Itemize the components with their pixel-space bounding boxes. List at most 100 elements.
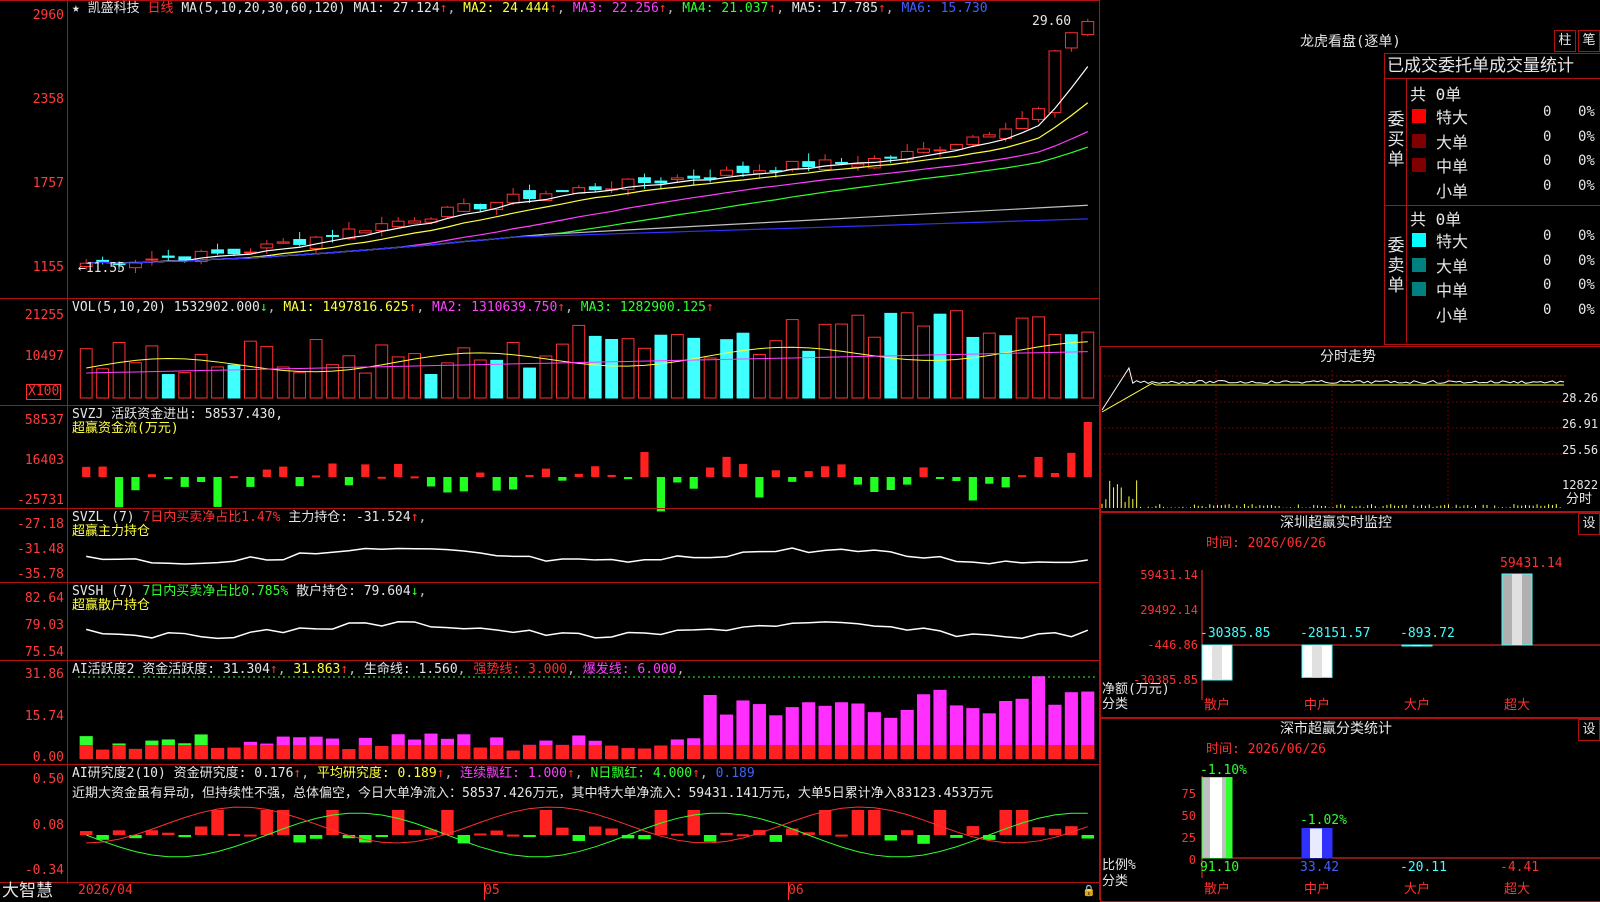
ai2-title[interactable]: AI研究度2(10) 资金研究度: 0.176 <box>72 766 293 781</box>
candle <box>654 180 668 184</box>
candle <box>835 161 848 164</box>
research-bar <box>490 830 503 835</box>
order-size-name: 大单 <box>1436 132 1469 152</box>
candle <box>145 258 159 261</box>
order-count: 0 <box>1543 128 1552 145</box>
activity-base-bar <box>539 745 553 759</box>
research-bar <box>654 810 668 835</box>
candle <box>1064 32 1078 49</box>
ai2-header: AI研究度2(10) 资金研究度: 0.176↑, 平均研究度: 0.189↑,… <box>72 766 755 781</box>
activity-base-bar <box>621 748 635 759</box>
ai1-tick-1: 15.74 <box>24 709 64 724</box>
fund-flow-bar <box>985 477 994 484</box>
fund-flow-bar <box>903 477 912 485</box>
fund-flow-bar <box>525 475 534 478</box>
ma-line <box>86 102 1089 264</box>
vol-unit-badge[interactable]: X100 <box>26 384 62 400</box>
fund-flow-bar <box>328 463 337 477</box>
ss-top-1: -1.02% <box>1300 813 1347 828</box>
ai1-v2: 31.863 <box>293 662 341 677</box>
lock-icon[interactable]: 🔒 <box>1082 883 1096 899</box>
sz-cat-label: 分类 <box>1102 697 1129 712</box>
volume-bar <box>720 339 733 399</box>
activity-base-bar <box>637 748 652 759</box>
sz-settings-button[interactable]: 设 <box>1578 513 1600 535</box>
candle <box>457 203 471 212</box>
tab-orders[interactable]: 委托单 <box>1438 56 1489 76</box>
order-size-swatch <box>1412 109 1426 123</box>
volume-bar <box>588 335 602 399</box>
fund-flow-bar <box>262 469 271 477</box>
fund-flow-bar <box>98 466 107 477</box>
tab-filled[interactable]: 已成交 <box>1387 56 1438 76</box>
ma2-value: MA2: 24.444 <box>463 1 550 16</box>
ss-unit: 比例% <box>1102 858 1136 873</box>
period-label[interactable]: 日线 <box>148 1 174 16</box>
research-bar <box>983 835 996 840</box>
ai2-note: 近期大资金虽有异动，但持续性不强，总体偏空，今日大单净流入：58537.426万… <box>72 786 994 801</box>
volume-bar <box>999 335 1013 399</box>
svsh-title[interactable]: SVSH (7) <box>72 584 135 599</box>
timeshare-title: 分时走势 <box>1320 349 1376 365</box>
fund-flow-bar <box>935 477 945 479</box>
research-bar <box>244 834 257 837</box>
star-icon[interactable]: ★ <box>72 1 80 16</box>
bar-view-button[interactable]: 柱 <box>1554 30 1576 52</box>
fund-flow-bar <box>394 464 403 477</box>
research-bar <box>539 810 553 835</box>
fund-flow-bar <box>1001 477 1010 488</box>
volume-bar <box>112 342 126 399</box>
activity-base-bar <box>276 745 290 759</box>
stock-name[interactable]: 凯盛科技 <box>88 1 140 16</box>
ss-settings-button[interactable]: 设 <box>1578 719 1600 741</box>
volume-bar <box>982 332 996 399</box>
fund-flow-bar <box>509 477 518 490</box>
activity-base-bar <box>457 745 471 759</box>
volume-bar <box>161 374 175 399</box>
ma-params[interactable]: MA(5,10,20,30,60,120) <box>181 1 345 16</box>
fund-flow-bar <box>558 477 567 481</box>
volume-bar <box>818 323 832 399</box>
svzj-title[interactable]: SVZJ <box>72 407 103 422</box>
ss-cat-label: 分类 <box>1102 874 1129 889</box>
order-percent: 0% <box>1578 228 1595 244</box>
svzj-value: 活跃资金进出: 58537.430 <box>111 407 276 422</box>
svzl-value: 主力持仓: -31.524 <box>288 510 411 525</box>
tab-volume-stats[interactable]: 成交量统计 <box>1489 56 1574 76</box>
activity-base-bar <box>949 745 964 759</box>
activity-base-bar <box>769 745 783 759</box>
order-percent: 0% <box>1578 301 1595 318</box>
volume-bar <box>670 334 684 399</box>
timeshare-panel[interactable] <box>1100 346 1600 512</box>
order-tabs: 已成交委托单成交量统计 <box>1387 55 1574 77</box>
svzl-title[interactable]: SVZL (7) <box>72 510 135 525</box>
high-price-label: 29.60 <box>1032 14 1072 29</box>
vol-title[interactable]: VOL(5,10,20) <box>72 300 166 315</box>
research-bar <box>671 833 684 836</box>
volume-bar <box>555 343 569 399</box>
fund-flow-bar <box>919 467 928 477</box>
ma-line <box>86 218 1088 264</box>
research-bar <box>638 835 651 840</box>
candle <box>293 239 307 245</box>
candle <box>703 177 717 180</box>
fund-flow-bar <box>706 467 715 477</box>
research-bar <box>572 835 586 841</box>
vol-ma2: MA2: 1310639.750 <box>432 300 558 315</box>
activity-base-bar <box>736 745 750 759</box>
activity-base-bar <box>408 745 422 759</box>
order-size-name: 中单 <box>1436 157 1469 176</box>
volume-bar <box>933 313 947 399</box>
volume-bar <box>1032 316 1045 399</box>
candle <box>966 136 980 146</box>
tick-view-button[interactable]: 笔 <box>1578 30 1600 52</box>
fund-flow-bar <box>180 477 189 487</box>
ai1-title[interactable]: AI活跃度2 资金活跃度: 31.304 <box>72 662 270 677</box>
candle <box>950 143 963 150</box>
fund-flow-bar <box>870 477 879 492</box>
volume-bar <box>802 350 816 399</box>
order-percent: 0% <box>1578 252 1595 269</box>
research-bar <box>523 835 536 837</box>
ai2-avg: 平均研究度: 0.189 <box>316 766 437 781</box>
activity-base-bar <box>342 749 356 759</box>
